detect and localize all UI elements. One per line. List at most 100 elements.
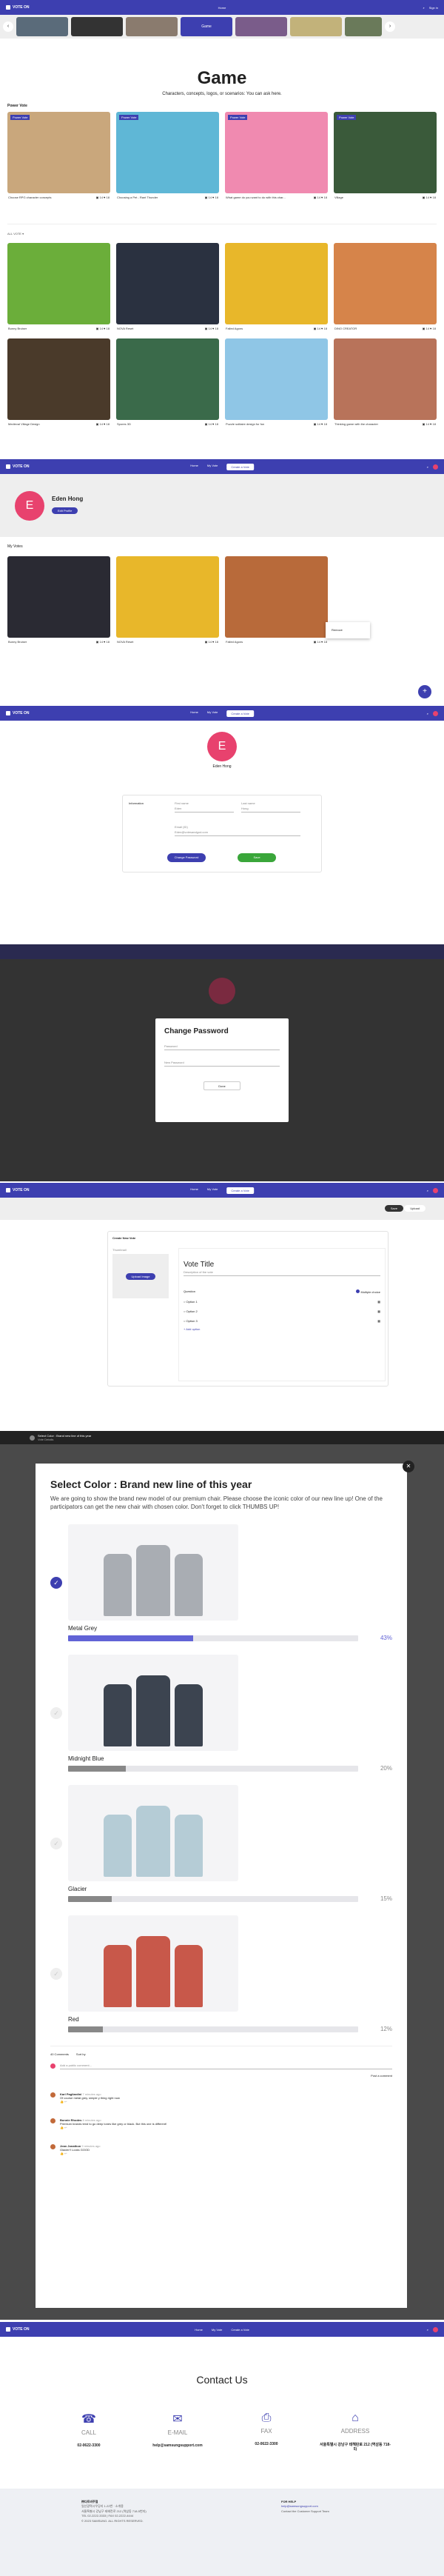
- vote-card[interactable]: Bunny Bruiser ▣ 14 ♥ 18: [7, 556, 110, 646]
- check-circle-icon[interactable]: ✓: [50, 1577, 62, 1589]
- description-field[interactable]: Description of the vote: [184, 1269, 380, 1276]
- vote-card[interactable]: Power Vote Choosing a Pet - Rant Thunder ▣…: [116, 112, 219, 201]
- carousel-item[interactable]: [16, 17, 68, 36]
- vote-title[interactable]: Vote Title: [184, 1261, 380, 1269]
- nav-home[interactable]: Home: [190, 464, 198, 470]
- vote-thumbnail: [116, 556, 219, 638]
- search-icon[interactable]: ⌕: [427, 712, 428, 715]
- vote-card[interactable]: Power Vote What game do you want to do wi…: [225, 112, 328, 201]
- vote-card[interactable]: Thinking game with the character ▣ 14 ♥ 1…: [334, 338, 437, 428]
- carousel-item-active[interactable]: Game: [181, 17, 232, 36]
- save-chip[interactable]: Save: [384, 1205, 403, 1212]
- image-icon[interactable]: ▦: [377, 1300, 380, 1304]
- carousel-item[interactable]: [235, 17, 287, 36]
- nav-my-vote[interactable]: My Vote: [212, 2328, 222, 2332]
- remove-menu-item[interactable]: Remove: [332, 628, 343, 632]
- fab-add-button[interactable]: +: [418, 685, 431, 698]
- comment-input[interactable]: Add a public comment...: [60, 2062, 392, 2070]
- vote-option[interactable]: ✓ Red 12%: [50, 1915, 392, 2032]
- post-comment-button[interactable]: Post a comment: [371, 2074, 392, 2078]
- signin-link[interactable]: Sign in: [429, 6, 438, 10]
- save-button[interactable]: Save: [238, 853, 276, 862]
- add-option-link[interactable]: + Add option: [184, 1327, 380, 1331]
- nav-home[interactable]: Home: [195, 2328, 203, 2332]
- image-icon[interactable]: ▦: [377, 1309, 380, 1313]
- vote-card[interactable]: Medieval Village Design ▣ 14 ♥ 18: [7, 338, 110, 428]
- avatar[interactable]: [433, 710, 438, 716]
- option-row[interactable]: ○ Option 1 ▦: [184, 1300, 380, 1304]
- carousel-item[interactable]: [126, 17, 178, 36]
- nav-home[interactable]: Home: [190, 710, 198, 717]
- nav-create[interactable]: Create a Vote: [226, 463, 254, 470]
- carousel-item[interactable]: [71, 17, 123, 36]
- radio-icon[interactable]: ○: [184, 1319, 185, 1323]
- vote-card[interactable]: Bunny Bruiser ▣ 14 ♥ 18: [7, 243, 110, 333]
- edit-profile-button[interactable]: Edit Profile: [52, 507, 78, 514]
- vote-card[interactable]: Puzzle solitaire design for fun ▣ 14 ♥ 18: [225, 338, 328, 428]
- chair-icon: [136, 1806, 170, 1878]
- vote-option[interactable]: ✓ Midnight Blue 20%: [50, 1655, 392, 1772]
- vote-card[interactable]: DINO CREATOR ▣ 14 ♥ 18: [334, 243, 437, 333]
- thumbs-up-icon[interactable]: 👍: [60, 2100, 64, 2103]
- sort-button[interactable]: Sort by: [76, 2052, 86, 2056]
- carousel-item[interactable]: [345, 17, 382, 36]
- filter[interactable]: ALL VOTE ▾: [7, 224, 437, 236]
- email-field[interactable]: Eden@votesandgod.com: [175, 829, 300, 836]
- new-password-field[interactable]: New Password: [164, 1059, 280, 1067]
- carousel-item[interactable]: [290, 17, 342, 36]
- unchecked-circle-icon[interactable]: ✓: [50, 1838, 62, 1850]
- thumbnail-box[interactable]: Upload Image: [112, 1254, 169, 1298]
- last-name-field[interactable]: Hong: [241, 805, 300, 812]
- radio-icon[interactable]: ○: [184, 1300, 185, 1304]
- thumbs-up-icon[interactable]: 👍: [60, 2152, 64, 2155]
- nav-my-vote[interactable]: My Vote: [207, 710, 218, 717]
- nav-home[interactable]: Home: [218, 6, 226, 10]
- vote-card[interactable]: Falled Agons ▣ 14 ♥ 18: [225, 556, 328, 646]
- search-icon[interactable]: ⌕: [427, 2328, 428, 2332]
- upload-image-button[interactable]: Upload Image: [125, 1272, 156, 1280]
- carousel-next-icon[interactable]: ›: [385, 21, 395, 32]
- avatar[interactable]: E: [207, 732, 237, 761]
- multiple-choice-toggle[interactable]: Multiple choice: [356, 1289, 380, 1294]
- unchecked-circle-icon[interactable]: ✓: [50, 1707, 62, 1720]
- nav-create[interactable]: Create a Vote: [231, 2328, 249, 2332]
- search-icon[interactable]: ⌕: [423, 6, 425, 10]
- reply-icon[interactable]: ↩: [64, 2100, 67, 2103]
- close-icon[interactable]: ✕: [403, 1461, 414, 1472]
- option-row[interactable]: ○ Option 2 ▦: [184, 1309, 380, 1313]
- done-button[interactable]: Done: [204, 1081, 240, 1090]
- vote-option[interactable]: ✓ Glacier 15%: [50, 1785, 392, 1902]
- vote-card[interactable]: Spores 3D ▣ 14 ♥ 18: [116, 338, 219, 428]
- vote-card[interactable]: Falled Agons ▣ 14 ♥ 18: [225, 243, 328, 333]
- avatar[interactable]: [433, 1187, 438, 1193]
- vote-card[interactable]: Power Vote Choose RPG character concepts ▣…: [7, 112, 110, 201]
- upload-chip[interactable]: Upload: [404, 1205, 426, 1212]
- thumbs-up-icon[interactable]: 👍: [60, 2126, 64, 2129]
- avatar[interactable]: [433, 464, 438, 470]
- reply-icon[interactable]: ↩: [64, 2126, 67, 2129]
- current-password-field[interactable]: Password: [164, 1043, 280, 1050]
- nav-my-vote[interactable]: My Vote: [207, 1187, 218, 1194]
- unchecked-circle-icon[interactable]: ✓: [50, 1968, 62, 1981]
- chair-icon: [136, 1545, 170, 1617]
- logo[interactable]: VOTE ON: [6, 5, 30, 10]
- nav-create[interactable]: Create a Vote: [226, 1187, 254, 1194]
- option-row[interactable]: ○ Option 3 ▦: [184, 1319, 380, 1323]
- nav-create[interactable]: Create a Vote: [226, 710, 254, 717]
- vote-card[interactable]: Power Vote Village ▣ 14 ♥ 18: [334, 112, 437, 201]
- search-icon[interactable]: ⌕: [427, 465, 428, 469]
- reply-icon[interactable]: ↩: [64, 2152, 67, 2155]
- image-icon[interactable]: ▦: [377, 1319, 380, 1323]
- carousel-prev-icon[interactable]: ‹: [3, 21, 13, 32]
- first-name-field[interactable]: Eden: [175, 805, 234, 812]
- vote-card[interactable]: NOVA Reset ▣ 14 ♥ 18: [116, 243, 219, 333]
- radio-icon[interactable]: ○: [184, 1309, 185, 1313]
- vote-option[interactable]: ✓ Metal Grey 43%: [50, 1524, 392, 1641]
- nav-my-vote[interactable]: My Vote: [207, 464, 218, 470]
- search-icon[interactable]: ⌕: [427, 1189, 428, 1192]
- avatar[interactable]: [433, 2326, 438, 2332]
- nav-home[interactable]: Home: [190, 1187, 198, 1194]
- vote-card[interactable]: NOVA Reset ▣ 14 ♥ 18: [116, 556, 219, 646]
- change-password-button[interactable]: Change Password: [167, 853, 206, 862]
- contact-value[interactable]: help@samsungsupport.com: [141, 2443, 215, 2448]
